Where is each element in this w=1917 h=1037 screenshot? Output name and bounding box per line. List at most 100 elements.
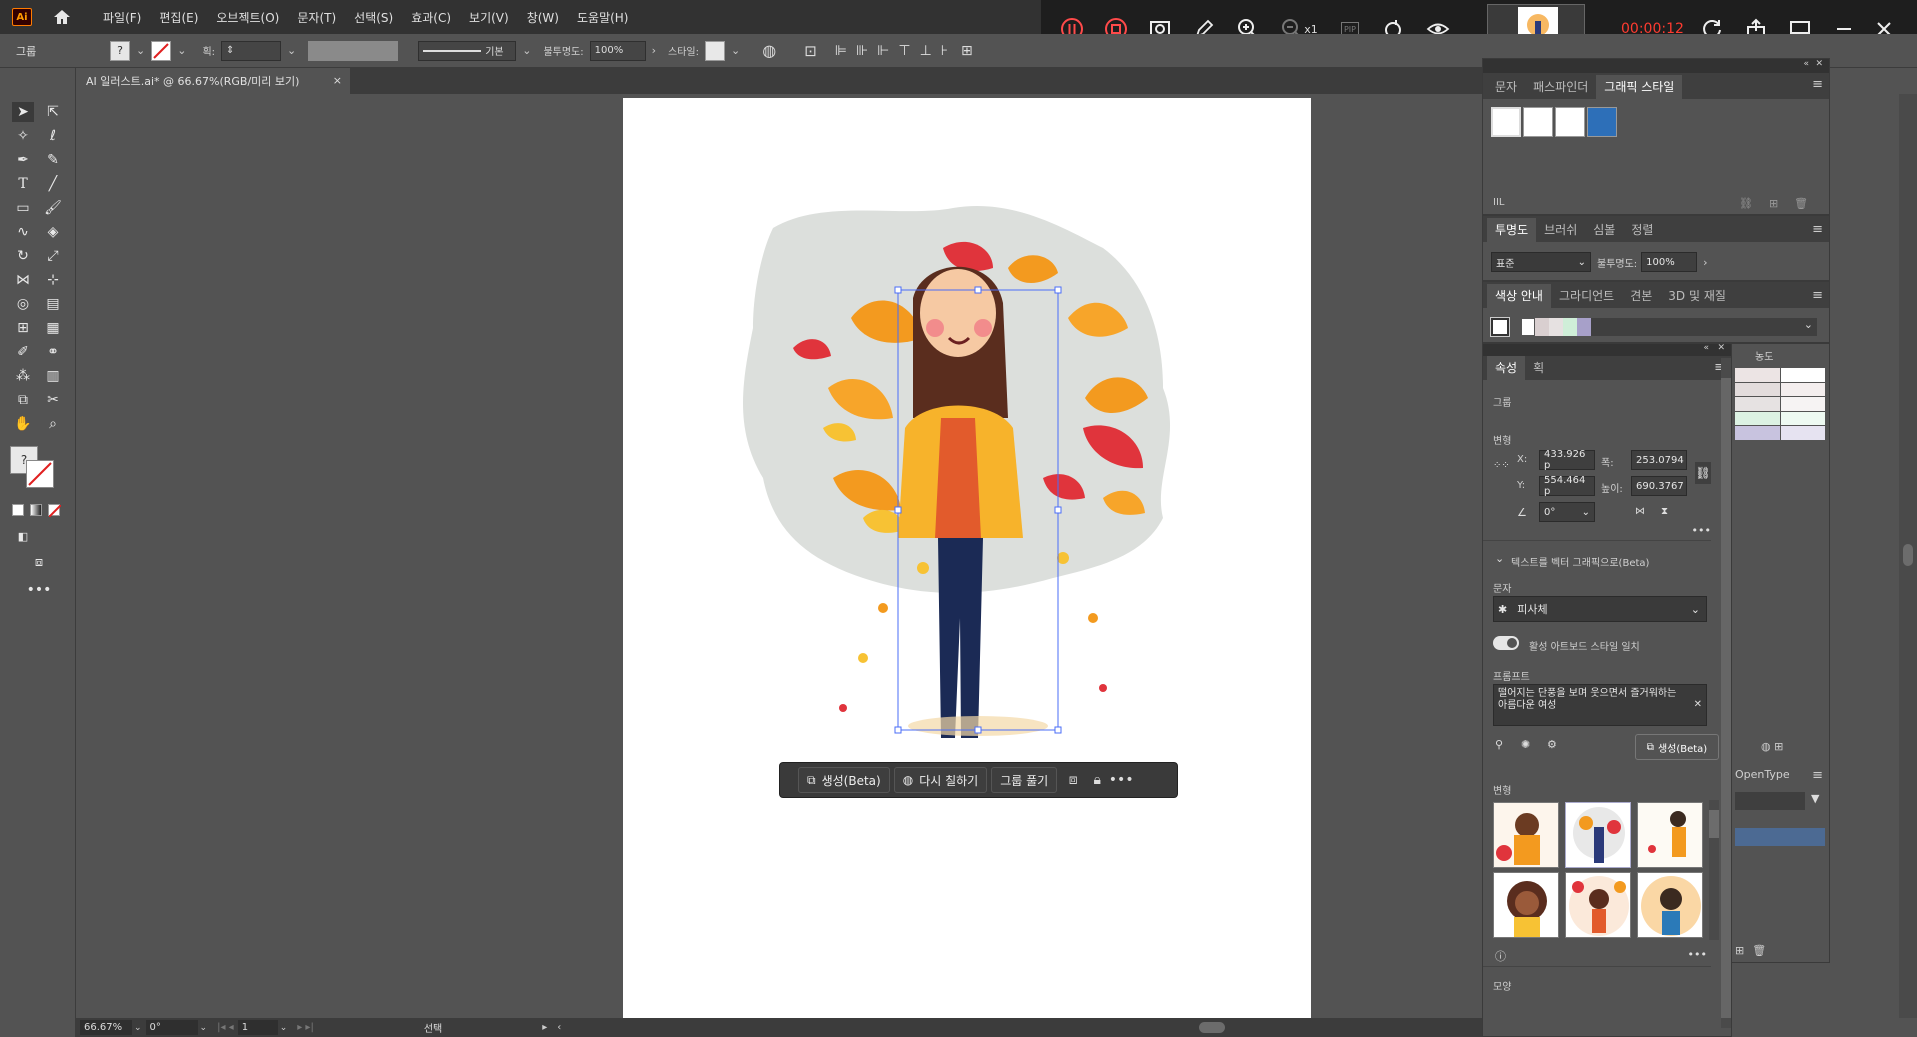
none-mode-icon[interactable] <box>48 504 62 518</box>
chevron-down-icon[interactable]: ⌄ <box>522 44 531 57</box>
blend-mode-select[interactable]: 표준 ⌄ <box>1491 252 1591 272</box>
filter-icon[interactable]: ▼ <box>1811 792 1819 805</box>
gradient-mode-icon[interactable] <box>30 504 42 516</box>
curvature-tool-icon[interactable]: ✎ <box>42 150 64 170</box>
scroll-left-icon[interactable]: ‹ <box>557 1022 561 1033</box>
mesh-tool-icon[interactable]: ⊞ <box>12 318 34 338</box>
variations-scrollbar[interactable] <box>1709 800 1719 940</box>
menu-view[interactable]: 보기(V) <box>460 9 518 26</box>
opacity-label[interactable]: 불투명도: <box>543 43 583 58</box>
paintbrush-tool-icon[interactable]: 🖌 <box>42 198 64 218</box>
menu-file[interactable]: 파일(F) <box>94 9 150 26</box>
stroke-box[interactable] <box>26 460 54 488</box>
style-swatch-none[interactable] <box>1523 107 1553 137</box>
subject-select[interactable]: ✱ 피사체 ⌄ <box>1493 596 1707 622</box>
chevron-down-icon[interactable]: ⌄ <box>134 1023 142 1033</box>
tab-pathfinder[interactable]: 패스파인더 <box>1525 75 1596 99</box>
graphic-style-swatch[interactable] <box>705 40 726 61</box>
menu-select[interactable]: 선택(S) <box>345 9 402 26</box>
chevron-right-icon[interactable]: › <box>652 44 656 57</box>
selection-tool-icon[interactable]: ➤ <box>12 102 34 122</box>
arrange-icon[interactable]: ⧈ <box>1061 768 1085 792</box>
generate-beta-button[interactable]: ⧉ 생성(Beta) <box>1635 734 1719 760</box>
base-color-swatch[interactable] <box>1490 317 1510 337</box>
blend-tool-icon[interactable]: ⚭ <box>42 342 64 362</box>
menu-type[interactable]: 문자(T) <box>288 9 345 26</box>
artboard-tool-icon[interactable]: ⧉ <box>12 390 34 410</box>
pen-tool-icon[interactable]: ✒ <box>12 150 34 170</box>
tab-graphic-styles[interactable]: 그래픽 스타일 <box>1596 75 1683 99</box>
hand-tool-icon[interactable]: ✋ <box>12 414 34 434</box>
scale-tool-icon[interactable]: ⤢ <box>42 246 64 266</box>
page-field[interactable]: 1 <box>237 1020 278 1035</box>
x-input[interactable]: 433.926 p <box>1539 449 1595 471</box>
panel-menu-icon[interactable]: ≡ <box>1812 768 1823 783</box>
menu-effect[interactable]: 효과(C) <box>402 9 460 26</box>
panel-menu-icon[interactable]: ≡ <box>1812 77 1823 92</box>
y-input[interactable]: 554.464 p <box>1539 475 1595 497</box>
type-tool-icon[interactable]: T <box>12 174 34 194</box>
chevron-down-icon[interactable]: ⌄ <box>731 44 740 57</box>
color-mode-icon[interactable] <box>12 504 24 516</box>
opentype-tab[interactable]: OpenType <box>1735 768 1790 781</box>
close-panel-icon[interactable]: ✕ <box>1815 59 1823 69</box>
lasso-tool-icon[interactable]: ℓ <box>42 126 64 146</box>
collapse-icon[interactable]: « <box>1803 59 1809 69</box>
height-input[interactable]: 690.3767 <box>1631 476 1687 496</box>
rotate-tool-icon[interactable]: ↻ <box>12 246 34 266</box>
flip-vertical-icon[interactable]: ⧗ <box>1661 506 1668 517</box>
constrain-proportions-icon[interactable]: ⛓ <box>1695 462 1711 484</box>
collapse-icon[interactable]: « <box>1703 343 1709 353</box>
rotation-field[interactable]: 0° <box>145 1020 198 1035</box>
chevron-down-icon[interactable]: ⌄ <box>200 1023 208 1033</box>
eraser-tool-icon[interactable]: ◈ <box>42 222 64 242</box>
menu-object[interactable]: 오브젝트(O) <box>207 9 288 26</box>
chevron-down-icon[interactable]: ⌄ <box>136 44 145 57</box>
color-variation-grid[interactable] <box>1735 368 1825 440</box>
opacity-field[interactable]: 100% <box>589 40 646 61</box>
variation-thumbnail-6[interactable] <box>1637 872 1703 938</box>
chevron-down-icon[interactable]: ⌄ <box>177 44 186 57</box>
draw-mode-icon[interactable]: ◧ <box>12 526 34 546</box>
lock-icon[interactable]: 🔒︎ <box>1085 768 1109 792</box>
ungroup-button[interactable]: 그룹 풀기 <box>991 767 1058 793</box>
eyedropper-icon[interactable]: ✐ <box>12 342 34 362</box>
magic-wand-icon[interactable]: ✧ <box>12 126 34 146</box>
tab-brushes[interactable]: 브러쉬 <box>1536 218 1585 242</box>
flip-horizontal-icon[interactable]: ⋈ <box>1635 506 1645 517</box>
settings-gear-icon[interactable]: ⚙ <box>1547 738 1557 751</box>
align-to-icon[interactable]: ⊡ <box>804 42 817 60</box>
match-style-toggle[interactable] <box>1493 636 1519 650</box>
tab-align[interactable]: 정렬 <box>1623 218 1661 242</box>
angle-input[interactable]: 0° ⌄ <box>1539 502 1595 522</box>
library-menu-icon[interactable]: IIL <box>1493 197 1504 208</box>
slice-tool-icon[interactable]: ✂ <box>42 390 64 410</box>
tab-stroke[interactable]: 획 <box>1525 356 1552 380</box>
panel-menu-icon[interactable]: ≡ <box>1812 222 1823 237</box>
text-to-vector-header[interactable]: 텍스트를 벡터 그래픽으로(Beta) <box>1511 554 1649 569</box>
status-arrow-icon[interactable]: ▸ <box>542 1022 547 1033</box>
last-page-icon[interactable]: ▸ ▸| <box>297 1022 314 1033</box>
panel-footer-icons[interactable]: ⛓⊞🗑 <box>1739 197 1824 210</box>
style-swatch-blue[interactable] <box>1587 107 1617 137</box>
document-tab[interactable]: AI 일러스트.ai* @ 66.67%(RGB/미리 보기) × <box>76 68 350 94</box>
rectangle-tool-icon[interactable]: ▭ <box>12 198 34 218</box>
layers-footer-icons[interactable]: ⊞🗑 <box>1735 944 1774 957</box>
close-panel-icon[interactable]: ✕ <box>1717 343 1725 353</box>
harmony-rules-select[interactable]: ⌄ <box>1521 318 1817 336</box>
variable-width-profile[interactable] <box>308 40 399 61</box>
tab-character[interactable]: 문자 <box>1487 75 1525 99</box>
menu-edit[interactable]: 편집(E) <box>150 9 207 26</box>
vertical-scrollbar-thumb[interactable] <box>1903 544 1913 566</box>
fill-swatch[interactable]: ? <box>110 40 130 61</box>
shaper-tool-icon[interactable]: ∿ <box>12 222 34 242</box>
style-swatch-shadow[interactable] <box>1555 107 1585 137</box>
first-page-icon[interactable]: |◂ ◂ <box>217 1022 234 1033</box>
direct-selection-tool-icon[interactable]: ⇱ <box>42 102 64 122</box>
tab-symbols[interactable]: 심볼 <box>1585 218 1623 242</box>
line-tool-icon[interactable]: ╱ <box>42 174 64 194</box>
more-options-icon[interactable]: ••• <box>1692 524 1711 537</box>
horizontal-scrollbar-thumb[interactable] <box>1199 1022 1226 1033</box>
chevron-down-icon[interactable]: ⌄ <box>280 1023 288 1033</box>
opacity-input[interactable]: 100% <box>1641 252 1698 272</box>
